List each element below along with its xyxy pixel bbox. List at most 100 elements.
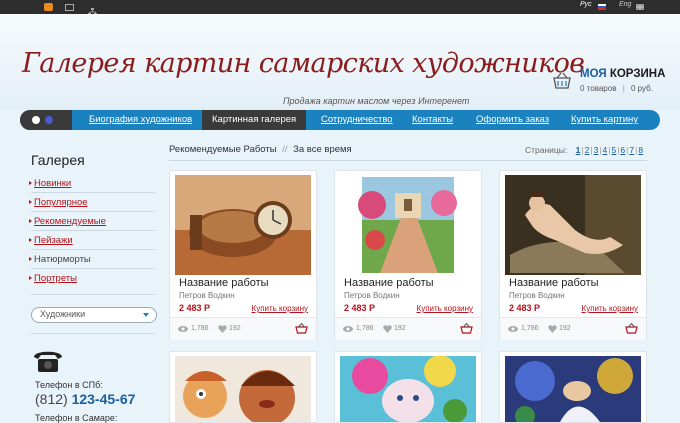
rss-icon[interactable]: [44, 3, 53, 11]
painting-image[interactable]: [340, 175, 476, 275]
sidebar-item-popular[interactable]: Популярное: [29, 197, 88, 208]
phone-code: (812): [35, 391, 68, 407]
product-price: 2 483 Р: [344, 303, 376, 313]
sidebar-item-still-life[interactable]: Натюрморты: [29, 254, 91, 265]
heart-icon[interactable]: [383, 325, 392, 333]
divider: [31, 268, 155, 269]
painting-image[interactable]: [505, 175, 641, 275]
nav-contacts[interactable]: Контакты: [412, 110, 453, 130]
nav-dot-blue[interactable]: [45, 116, 53, 124]
painting-image[interactable]: [340, 356, 476, 422]
page-link[interactable]: 2: [585, 145, 590, 155]
painting-image[interactable]: [175, 356, 311, 422]
nav-buy-painting[interactable]: Купить картину: [571, 110, 638, 130]
phone-samara-label: Телефон в Самаре:: [35, 413, 118, 423]
sidebar-item-label: Натюрморты: [34, 254, 91, 265]
top-bar: Рус Eng: [0, 0, 680, 15]
likes-count: 192: [229, 325, 241, 332]
arrow-icon: [29, 257, 32, 261]
filter-bar: Рекомендуемые Работы // За все время: [169, 144, 352, 155]
product-card[interactable]: Название работы Петров Водкин 2 483 Р Ку…: [334, 170, 482, 340]
cart-title-my: МОЯ: [580, 68, 607, 80]
buy-link[interactable]: Купить корзину: [582, 304, 638, 313]
artists-select-value: Художники: [40, 309, 86, 319]
sidebar-item-label: Новинки: [34, 178, 72, 189]
product-card[interactable]: [334, 351, 482, 423]
main-nav: Биография художников Картинная галерея С…: [20, 110, 660, 130]
basket-icon[interactable]: [295, 323, 308, 334]
sidebar-item-new[interactable]: Новинки: [29, 178, 72, 189]
page-link[interactable]: 1: [576, 145, 581, 155]
uk-flag-icon[interactable]: [636, 4, 644, 10]
page-link[interactable]: 7: [629, 145, 634, 155]
product-author: Петров Водкин: [509, 291, 565, 300]
arrow-icon: [29, 181, 32, 185]
arrow-icon: [29, 238, 32, 242]
views-count: 1,786: [521, 325, 539, 332]
nav-cooperation[interactable]: Сотрудничество: [321, 110, 393, 130]
filter-all-time[interactable]: За все время: [293, 144, 352, 155]
likes-count: 192: [559, 325, 571, 332]
product-title[interactable]: Название работы: [509, 277, 599, 289]
cart-icon[interactable]: [552, 72, 572, 90]
sidebar-item-recommended[interactable]: Рекомендуемые: [29, 216, 106, 227]
nav-checkout[interactable]: Оформить заказ: [476, 110, 549, 130]
nav-gallery[interactable]: Картинная галерея: [202, 110, 307, 130]
pagination: Страницы: 1|2|3|4|5|6|7|8: [525, 145, 644, 155]
product-price: 2 483 Р: [179, 303, 211, 313]
phone-number: 123-45-67: [71, 391, 136, 407]
heart-icon[interactable]: [218, 325, 227, 333]
divider: [31, 211, 155, 212]
buy-link[interactable]: Купить корзину: [252, 304, 308, 313]
product-title[interactable]: Название работы: [179, 277, 269, 289]
product-title[interactable]: Название работы: [344, 277, 434, 289]
product-price: 2 483 Р: [509, 303, 541, 313]
painting-image[interactable]: [505, 356, 641, 422]
phone-spb-number[interactable]: (812) 123-45-67: [35, 391, 135, 407]
page-link[interactable]: 5: [611, 145, 616, 155]
russian-flag-icon[interactable]: [598, 4, 606, 10]
product-card[interactable]: [169, 351, 317, 423]
page-link[interactable]: 4: [603, 145, 608, 155]
divider: [31, 294, 155, 295]
product-author: Петров Водкин: [179, 291, 235, 300]
cart-title[interactable]: МОЯ КОРЗИНА: [580, 68, 665, 80]
product-card[interactable]: [499, 351, 647, 423]
heart-icon[interactable]: [548, 325, 557, 333]
lang-en-link[interactable]: Eng: [619, 1, 631, 8]
lang-ru-link[interactable]: Рус: [580, 1, 592, 8]
site-logo[interactable]: Галерея картин самарских художников: [22, 48, 585, 79]
cart-summary: 0 товаров | 0 руб.: [580, 84, 653, 93]
nav-dot-white[interactable]: [32, 116, 40, 124]
nav-dots-panel: [20, 110, 72, 130]
basket-icon[interactable]: [625, 323, 638, 334]
mail-icon[interactable]: [65, 4, 74, 11]
page-link[interactable]: 8: [638, 145, 643, 155]
sidebar-item-label: Популярное: [34, 197, 88, 208]
product-card[interactable]: Название работы Петров Водкин 2 483 Р Ку…: [499, 170, 647, 340]
painting-image[interactable]: [175, 175, 311, 275]
page-link[interactable]: 6: [620, 145, 625, 155]
arrow-icon: [29, 219, 32, 223]
sitemap-icon[interactable]: [88, 3, 97, 15]
divider: [31, 249, 155, 250]
product-stats: 1,786 192: [170, 317, 316, 340]
sidebar-item-label: Рекомендуемые: [34, 216, 106, 227]
arrow-icon: [29, 200, 32, 204]
sidebar-title: Галерея: [31, 152, 85, 168]
buy-link[interactable]: Купить корзину: [417, 304, 473, 313]
sidebar-item-landscapes[interactable]: Пейзажи: [29, 235, 73, 246]
product-card[interactable]: Название работы Петров Водкин 2 483 Р Ку…: [169, 170, 317, 340]
views-count: 1,786: [191, 325, 209, 332]
nav-biography[interactable]: Биография художников: [89, 110, 192, 130]
eye-icon: [343, 326, 353, 332]
basket-icon[interactable]: [460, 323, 473, 334]
sidebar-item-portraits[interactable]: Портреты: [29, 273, 77, 284]
filter-separator: //: [282, 144, 288, 155]
header: Галерея картин самарских художников Прод…: [0, 14, 680, 110]
filter-recommended[interactable]: Рекомендуемые Работы: [169, 144, 277, 155]
page-link[interactable]: 3: [594, 145, 599, 155]
eye-icon: [508, 326, 518, 332]
views-count: 1,786: [356, 325, 374, 332]
artists-select[interactable]: Художники: [31, 307, 157, 323]
